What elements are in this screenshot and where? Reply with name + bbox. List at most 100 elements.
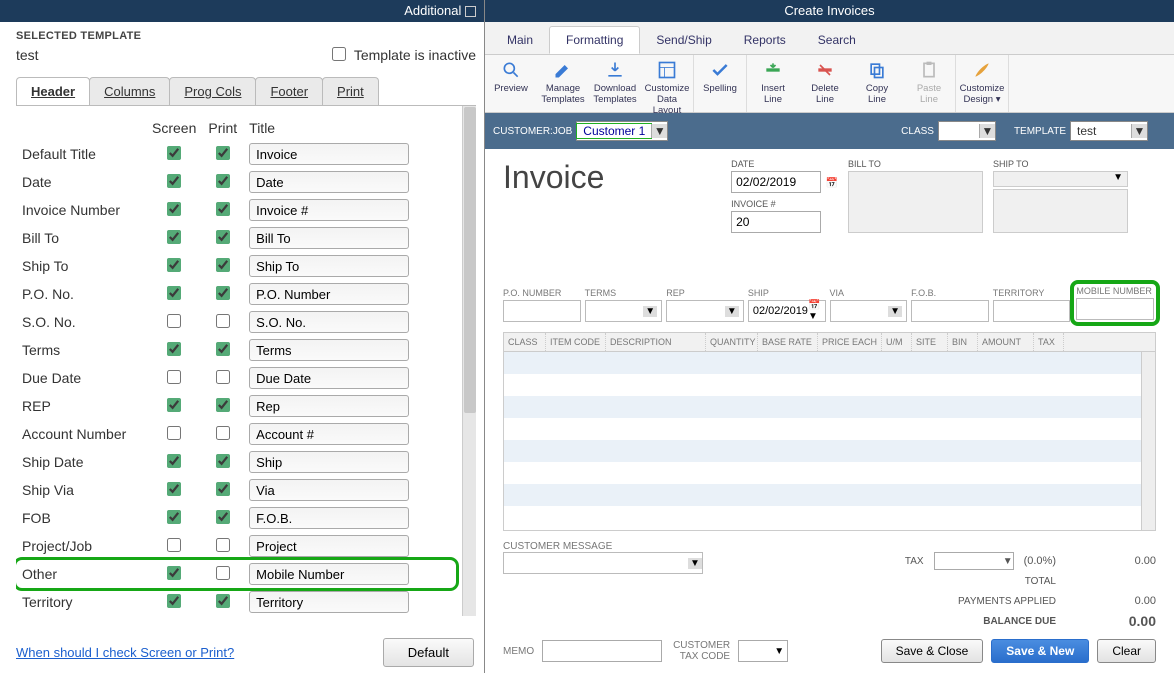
print-checkbox[interactable]: [216, 174, 230, 188]
print-checkbox[interactable]: [216, 370, 230, 384]
ribbon-preview[interactable]: Preview: [485, 55, 537, 112]
tab-print[interactable]: Print: [322, 77, 379, 105]
rep-select[interactable]: ▼: [666, 300, 744, 322]
screen-checkbox[interactable]: [167, 482, 181, 496]
title-input[interactable]: [249, 479, 409, 501]
title-input[interactable]: [249, 507, 409, 529]
grid-col-class[interactable]: CLASS: [504, 333, 546, 351]
f.o.b.-input[interactable]: [911, 300, 989, 322]
title-input[interactable]: [249, 339, 409, 361]
mobile number-input[interactable]: [1076, 298, 1154, 320]
ribbon-manage-templates[interactable]: ManageTemplates: [537, 55, 589, 112]
ribbon-tab-main[interactable]: Main: [491, 27, 549, 53]
ribbon-spelling[interactable]: Spelling: [694, 55, 746, 112]
screen-checkbox[interactable]: [167, 230, 181, 244]
invoice-no-input[interactable]: [731, 211, 821, 233]
screen-checkbox[interactable]: [167, 538, 181, 552]
tax-combo[interactable]: ▼: [934, 552, 1014, 570]
tab-footer[interactable]: Footer: [255, 77, 323, 105]
default-button[interactable]: Default: [383, 638, 474, 667]
ribbon-tab-reports[interactable]: Reports: [728, 27, 802, 53]
template-combo[interactable]: test▼: [1070, 121, 1148, 141]
print-checkbox[interactable]: [216, 286, 230, 300]
print-checkbox[interactable]: [216, 342, 230, 356]
print-checkbox[interactable]: [216, 482, 230, 496]
clear-button[interactable]: Clear: [1097, 639, 1156, 663]
grid-col-base-rate[interactable]: BASE RATE: [758, 333, 818, 351]
title-input[interactable]: [249, 255, 409, 277]
customer-job-combo[interactable]: Customer 1▼: [576, 121, 668, 141]
save-close-button[interactable]: Save & Close: [881, 639, 984, 663]
screen-checkbox[interactable]: [167, 202, 181, 216]
title-input[interactable]: [249, 423, 409, 445]
screen-checkbox[interactable]: [167, 426, 181, 440]
print-checkbox[interactable]: [216, 314, 230, 328]
class-combo[interactable]: ▼: [938, 121, 996, 141]
grid-col-amount[interactable]: AMOUNT: [978, 333, 1034, 351]
title-input[interactable]: [249, 367, 409, 389]
tab-prog-cols[interactable]: Prog Cols: [169, 77, 256, 105]
ribbon-tab-formatting[interactable]: Formatting: [549, 26, 640, 54]
grid-col-price-each[interactable]: PRICE EACH: [818, 333, 882, 351]
ship-to-select[interactable]: ▼: [993, 171, 1128, 187]
print-checkbox[interactable]: [216, 398, 230, 412]
grid-col-site[interactable]: SITE: [912, 333, 948, 351]
title-input[interactable]: [249, 283, 409, 305]
print-checkbox[interactable]: [216, 566, 230, 580]
print-checkbox[interactable]: [216, 202, 230, 216]
help-link[interactable]: When should I check Screen or Print?: [16, 645, 234, 660]
screen-checkbox[interactable]: [167, 314, 181, 328]
date-input[interactable]: [731, 171, 821, 193]
screen-checkbox[interactable]: [167, 146, 181, 160]
memo-input[interactable]: [542, 640, 662, 662]
customer-tax-select[interactable]: ▼: [738, 640, 788, 662]
screen-checkbox[interactable]: [167, 566, 181, 580]
ribbon-copy-line[interactable]: CopyLine: [851, 55, 903, 112]
grid-col-item-code[interactable]: ITEM CODE: [546, 333, 606, 351]
grid-body[interactable]: [504, 352, 1155, 530]
screen-checkbox[interactable]: [167, 286, 181, 300]
print-checkbox[interactable]: [216, 230, 230, 244]
window-control-icon[interactable]: [465, 6, 476, 17]
ribbon-customize-data-layout[interactable]: CustomizeData Layout: [641, 55, 693, 112]
print-checkbox[interactable]: [216, 258, 230, 272]
screen-checkbox[interactable]: [167, 258, 181, 272]
title-input[interactable]: [249, 535, 409, 557]
print-checkbox[interactable]: [216, 426, 230, 440]
terms-select[interactable]: ▼: [585, 300, 663, 322]
scrollbar[interactable]: [462, 106, 476, 616]
ribbon-insert-line[interactable]: InsertLine: [747, 55, 799, 112]
screen-checkbox[interactable]: [167, 454, 181, 468]
title-input[interactable]: [249, 199, 409, 221]
p.o. number-input[interactable]: [503, 300, 581, 322]
via-select[interactable]: ▼: [830, 300, 908, 322]
title-input[interactable]: [249, 591, 409, 613]
title-input[interactable]: [249, 171, 409, 193]
title-input[interactable]: [249, 563, 409, 585]
title-input[interactable]: [249, 311, 409, 333]
bill-to-box[interactable]: [848, 171, 983, 233]
print-checkbox[interactable]: [216, 594, 230, 608]
screen-checkbox[interactable]: [167, 594, 181, 608]
print-checkbox[interactable]: [216, 146, 230, 160]
title-input[interactable]: [249, 143, 409, 165]
print-checkbox[interactable]: [216, 454, 230, 468]
territory-input[interactable]: [993, 300, 1071, 322]
screen-checkbox[interactable]: [167, 342, 181, 356]
grid-col-tax[interactable]: TAX: [1034, 333, 1064, 351]
grid-col-quantity[interactable]: QUANTITY: [706, 333, 758, 351]
screen-checkbox[interactable]: [167, 510, 181, 524]
template-inactive-checkbox[interactable]: Template is inactive: [332, 46, 476, 63]
ribbon-download-templates[interactable]: DownloadTemplates: [589, 55, 641, 112]
customer-message-select[interactable]: ▼: [503, 552, 703, 574]
ribbon-tab-search[interactable]: Search: [802, 27, 872, 53]
print-checkbox[interactable]: [216, 538, 230, 552]
screen-checkbox[interactable]: [167, 398, 181, 412]
grid-col-bin[interactable]: BIN: [948, 333, 978, 351]
screen-checkbox[interactable]: [167, 370, 181, 384]
title-input[interactable]: [249, 227, 409, 249]
screen-checkbox[interactable]: [167, 174, 181, 188]
title-input[interactable]: [249, 395, 409, 417]
save-new-button[interactable]: Save & New: [991, 639, 1089, 663]
ribbon-tab-send-ship[interactable]: Send/Ship: [640, 27, 727, 53]
